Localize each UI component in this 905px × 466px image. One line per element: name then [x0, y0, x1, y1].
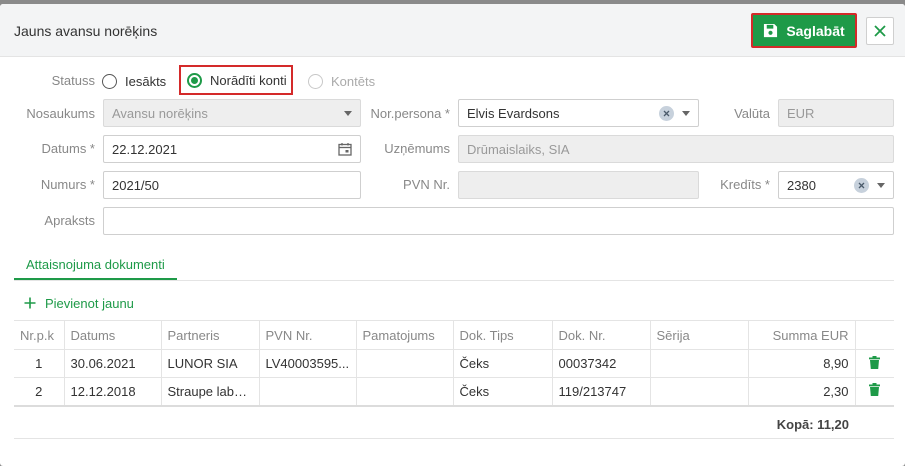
cell-summa: 8,90 [748, 349, 856, 378]
cell-doknr: 119/213747 [552, 377, 651, 407]
col-header-datums[interactable]: Datums [64, 320, 162, 350]
status-label: Statuss [51, 73, 95, 88]
tab-attaisnojuma-dokumenti[interactable]: Attaisnojuma dokumenti [14, 250, 177, 280]
norpersona-value: Elvis Evardsons [467, 105, 560, 121]
save-button[interactable]: Saglabāt [751, 13, 857, 48]
datums-value: 22.12.2021 [112, 141, 178, 157]
table-row[interactable]: 2 12.12.2018 Straupe labot... Čeks 119/2… [14, 377, 894, 407]
cell-datums: 12.12.2018 [64, 377, 162, 407]
cell-tips: Čeks [453, 377, 553, 407]
add-new-label: Pievienot jaunu [45, 295, 134, 311]
nosaukums-label: Nosaukums [26, 106, 95, 121]
close-button[interactable] [866, 17, 894, 45]
col-header-dok-tips[interactable]: Dok. Tips [453, 320, 553, 350]
cell-pamatojums [356, 377, 454, 407]
col-header-dok-nr[interactable]: Dok. Nr. [552, 320, 651, 350]
pvn-field [458, 171, 699, 199]
close-icon [874, 25, 886, 37]
numurs-input[interactable]: 2021/50 [103, 171, 361, 199]
apraksts-input[interactable] [103, 207, 894, 235]
radio-circle [308, 73, 323, 89]
radio-label: Norādīti konti [210, 72, 287, 88]
table-row[interactable]: 1 30.06.2021 LUNOR SIA LV40003595... Ček… [14, 349, 894, 378]
total-sum: Kopā: 11,20 [776, 417, 849, 432]
status-option-iesakts[interactable]: Iesākts [102, 67, 166, 95]
dialog: Jauns avansu norēķins Saglabāt Statuss I… [0, 4, 905, 466]
add-new-button[interactable]: Pievienot jaunu [24, 292, 134, 314]
valuta-label: Valūta [734, 106, 770, 121]
status-option-kontets[interactable]: Kontēts [308, 67, 375, 95]
datums-label: Datums * [41, 141, 95, 156]
col-header-partneris[interactable]: Partneris [161, 320, 260, 350]
cell-pvn [259, 377, 357, 407]
kredits-select[interactable]: 2380 [778, 171, 894, 199]
col-header-summa[interactable]: Summa EUR [748, 320, 856, 350]
cell-pvn: LV40003595... [259, 349, 357, 378]
floppy-disk-icon [764, 23, 778, 38]
uznemums-label: Uzņēmums [384, 141, 450, 156]
uznemums-field: Drūmaislaiks, SIA [458, 135, 894, 163]
col-header-actions [855, 320, 894, 350]
cell-actions [855, 349, 894, 378]
cell-doknr: 00037342 [552, 349, 651, 378]
cell-nr: 2 [14, 377, 65, 407]
status-option-noraditi-konti[interactable]: Norādīti konti [179, 65, 293, 95]
trash-icon[interactable] [869, 355, 881, 369]
valuta-field: EUR [778, 99, 894, 127]
table-footer: Kopā: 11,20 [14, 410, 894, 439]
dialog-header: Jauns avansu norēķins Saglabāt [0, 4, 905, 57]
save-button-label: Saglabāt [786, 22, 845, 39]
cell-partneris: Straupe labot... [161, 377, 260, 407]
nosaukums-select[interactable]: Avansu norēķins [103, 99, 361, 127]
documents-table: Nr.p.k Datums Partneris PVN Nr. Pamatoju… [14, 320, 894, 407]
col-header-pvn[interactable]: PVN Nr. [259, 320, 357, 350]
cell-pamatojums [356, 349, 454, 378]
tab-divider [14, 280, 894, 281]
chevron-down-icon [682, 110, 690, 116]
pvn-label: PVN Nr. [403, 177, 450, 192]
dialog-title: Jauns avansu norēķins [14, 23, 158, 39]
cell-serija [650, 349, 749, 378]
datums-input[interactable]: 22.12.2021 [103, 135, 361, 163]
cell-datums: 30.06.2021 [64, 349, 162, 378]
norpersona-select[interactable]: Elvis Evardsons [458, 99, 699, 127]
trash-icon[interactable] [869, 383, 881, 397]
cell-actions [855, 377, 894, 407]
plus-icon [24, 297, 36, 309]
nosaukums-value: Avansu norēķins [112, 105, 208, 121]
uznemums-value: Drūmaislaiks, SIA [467, 141, 570, 157]
numurs-label: Numurs * [40, 177, 95, 192]
calendar-icon[interactable] [338, 142, 352, 156]
radio-label: Iesākts [125, 73, 167, 89]
cell-tips: Čeks [453, 349, 553, 378]
cell-serija [650, 377, 749, 407]
norpersona-label: Nor.persona * [370, 106, 451, 121]
cell-summa: 2,30 [748, 377, 856, 407]
cell-partneris: LUNOR SIA [161, 349, 260, 378]
col-header-serija[interactable]: Sērija [650, 320, 749, 350]
table-header-row: Nr.p.k Datums Partneris PVN Nr. Pamatoju… [14, 320, 894, 350]
radio-label: Kontēts [331, 73, 376, 89]
col-header-nrpk[interactable]: Nr.p.k [14, 320, 65, 350]
apraksts-label: Apraksts [44, 213, 95, 228]
kredits-value: 2380 [787, 177, 816, 193]
numurs-value: 2021/50 [112, 177, 159, 193]
chevron-down-icon [877, 182, 885, 188]
radio-circle [102, 73, 117, 89]
clear-icon[interactable] [854, 177, 869, 193]
valuta-value: EUR [787, 105, 815, 121]
chevron-down-icon [344, 110, 352, 116]
col-header-pamatojums[interactable]: Pamatojums [356, 320, 454, 350]
clear-icon[interactable] [659, 105, 674, 121]
kredits-label: Kredīts * [720, 177, 770, 192]
cell-nr: 1 [14, 349, 65, 378]
radio-circle [187, 72, 202, 88]
